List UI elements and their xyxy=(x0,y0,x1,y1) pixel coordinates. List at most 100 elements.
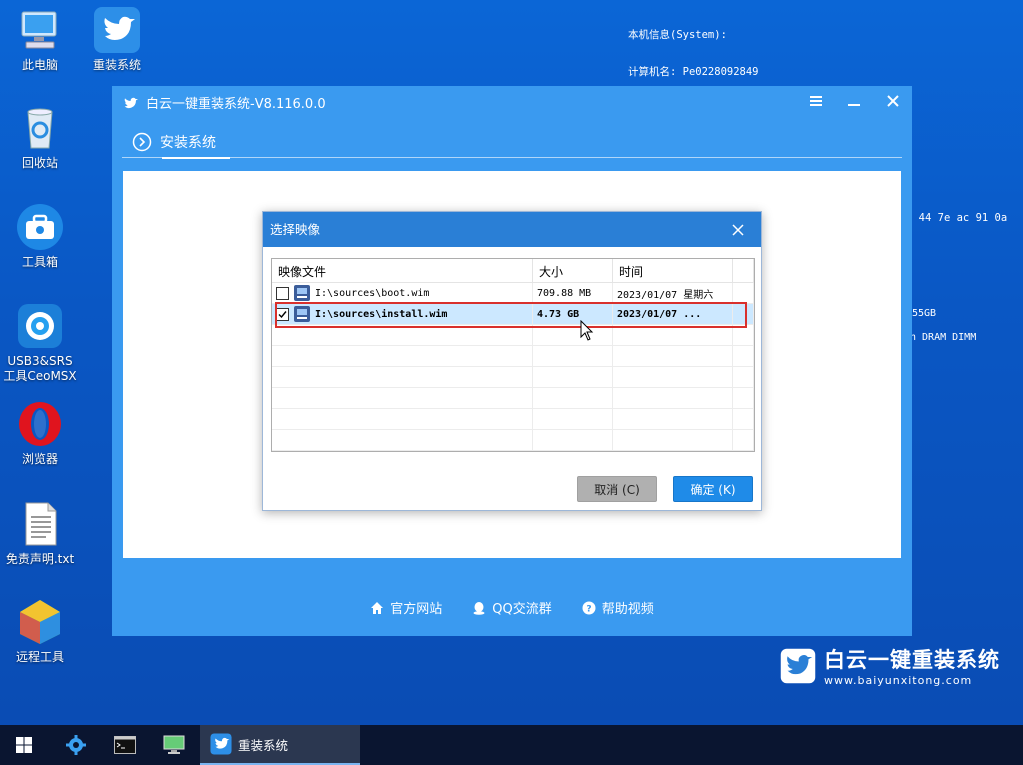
minimize-button[interactable] xyxy=(840,90,868,114)
cancel-button[interactable]: 取消 (C) xyxy=(577,476,657,502)
column-header-file[interactable]: 映像文件 xyxy=(272,259,533,282)
file-name: I:\sources\install.wim xyxy=(315,308,448,320)
menu-button[interactable] xyxy=(802,90,830,114)
minimize-icon xyxy=(848,104,860,106)
column-header-size[interactable]: 大小 xyxy=(533,259,613,282)
table-row[interactable]: I:\sources\boot.wim 709.88 MB 2023/01/07… xyxy=(272,283,754,304)
taskbar-reinstall-app[interactable]: 重装系统 xyxy=(200,725,360,765)
close-icon xyxy=(732,224,744,236)
desktop-icon-recycle-bin[interactable]: 回收站 xyxy=(0,104,80,171)
svg-text:?: ? xyxy=(586,604,591,614)
empty-row xyxy=(272,409,754,430)
ok-button[interactable]: 确定 (K) xyxy=(673,476,753,502)
dialog-title: 选择映像 xyxy=(270,222,321,237)
chevron-circle-icon xyxy=(132,132,152,152)
empty-cell xyxy=(733,283,754,303)
desktop-icon-label: 工具箱 xyxy=(21,255,58,269)
column-header-empty xyxy=(733,259,754,282)
bird-logo-icon xyxy=(124,97,138,108)
qq-group-link[interactable]: QQ交流群 xyxy=(472,598,552,617)
desktop-icon-label: USB3&SRS 工具CeoMSX xyxy=(3,354,77,383)
desktop-icon-reinstall[interactable]: 重装系统 xyxy=(77,6,157,73)
dialog-header: 选择映像 xyxy=(263,212,761,247)
wim-file-icon xyxy=(294,285,310,301)
help-icon: ? xyxy=(582,601,596,614)
terminal-icon xyxy=(114,736,136,754)
qq-icon xyxy=(473,601,485,615)
file-name: I:\sources\boot.wim xyxy=(315,287,430,299)
file-cell: I:\sources\install.wim xyxy=(272,304,533,324)
brand-watermark: 白云一键重装系统 www.baiyunxitong.com xyxy=(780,644,1000,687)
taskbar-app-label: 重装系统 xyxy=(238,737,289,753)
start-button[interactable] xyxy=(4,725,44,765)
bird-logo-icon xyxy=(210,733,232,755)
mouse-cursor-icon xyxy=(580,320,594,341)
wim-file-icon xyxy=(294,306,310,322)
empty-row xyxy=(272,388,754,409)
brand-logo-icon xyxy=(780,648,816,683)
sysinfo-side-text: n DRAM DIMM xyxy=(910,332,977,343)
link-label: 帮助视频 xyxy=(601,602,654,617)
empty-row xyxy=(272,367,754,388)
desktop-icon-this-pc[interactable]: 此电脑 xyxy=(0,6,80,73)
table-row-selected[interactable]: I:\sources\install.wim 4.73 GB 2023/01/0… xyxy=(272,304,754,325)
desktop-icon-label: 远程工具 xyxy=(15,650,64,664)
link-label: QQ交流群 xyxy=(492,602,552,617)
image-file-list: 映像文件 大小 时间 I:\sources\boot.wim 709.88 MB… xyxy=(271,258,755,452)
desktop-icon-label: 重装系统 xyxy=(92,58,141,72)
size-cell: 4.73 GB xyxy=(533,304,613,324)
desktop-icon-disclaimer[interactable]: 免责声明.txt xyxy=(0,500,80,567)
computer-icon xyxy=(16,6,64,54)
column-header-time[interactable]: 时间 xyxy=(613,259,733,282)
link-label: 官方网站 xyxy=(390,602,443,617)
footer-links: 官方网站 QQ交流群 ? 帮助视频 xyxy=(112,598,912,617)
help-video-link[interactable]: ? 帮助视频 xyxy=(582,598,654,617)
tab-install-system[interactable]: 安装系统 xyxy=(132,126,216,158)
desktop-icon-toolbox[interactable]: 工具箱 xyxy=(0,203,80,270)
desktop-icon-usb-tool[interactable]: USB3&SRS 工具CeoMSX xyxy=(0,302,80,384)
sysinfo-side-text: 55GB xyxy=(912,308,937,319)
empty-row xyxy=(272,346,754,367)
tab-underline xyxy=(162,157,230,159)
usb-tool-icon xyxy=(16,302,64,350)
desktop-icon-label: 回收站 xyxy=(21,156,58,170)
official-website-link[interactable]: 官方网站 xyxy=(370,598,442,617)
desktop-icon-remote-tool[interactable]: 远程工具 xyxy=(0,598,80,665)
checkmark-icon xyxy=(278,310,287,318)
windows-logo-icon xyxy=(16,737,32,753)
bird-logo-icon xyxy=(93,6,141,54)
taskbar: 重装系统 xyxy=(0,725,1023,765)
tab-label: 安装系统 xyxy=(160,135,216,151)
empty-cell xyxy=(733,304,754,324)
home-icon xyxy=(371,601,384,614)
time-cell: 2023/01/07 星期六 xyxy=(613,283,733,303)
desktop-icon-label: 浏览器 xyxy=(21,452,58,466)
hamburger-icon xyxy=(810,96,822,106)
empty-row xyxy=(272,325,754,346)
row-checkbox-checked[interactable] xyxy=(276,307,289,321)
toolbox-icon xyxy=(16,203,64,251)
close-button[interactable] xyxy=(879,90,907,114)
close-icon xyxy=(887,95,899,107)
taskbar-monitor-button[interactable] xyxy=(154,725,194,765)
desktop-icon-label: 此电脑 xyxy=(21,58,58,72)
row-checkbox[interactable] xyxy=(276,286,289,300)
time-cell: 2023/01/07 ... xyxy=(613,304,733,324)
window-title-bar: 白云一键重装系统-V8.116.0.0 xyxy=(124,93,326,112)
monitor-icon xyxy=(163,735,185,754)
window-title: 白云一键重装系统-V8.116.0.0 xyxy=(146,97,326,112)
dialog-close-button[interactable] xyxy=(729,221,747,239)
file-cell: I:\sources\boot.wim xyxy=(272,283,533,303)
desktop-icon-browser[interactable]: 浏览器 xyxy=(0,400,80,467)
recycle-bin-icon xyxy=(16,104,64,152)
taskbar-cmd-button[interactable] xyxy=(105,725,145,765)
size-cell: 709.88 MB xyxy=(533,283,613,303)
opera-browser-icon xyxy=(16,400,64,448)
sysinfo-line: 本机信息(System): xyxy=(628,29,727,42)
gear-tool-icon xyxy=(66,735,86,755)
select-image-dialog: 选择映像 映像文件 大小 时间 I:\sources\boot.wim 709.… xyxy=(262,211,762,511)
brand-url: www.baiyunxitong.com xyxy=(824,674,973,687)
text-file-icon xyxy=(16,500,64,548)
empty-row xyxy=(272,430,754,451)
taskbar-tool-button[interactable] xyxy=(56,725,96,765)
